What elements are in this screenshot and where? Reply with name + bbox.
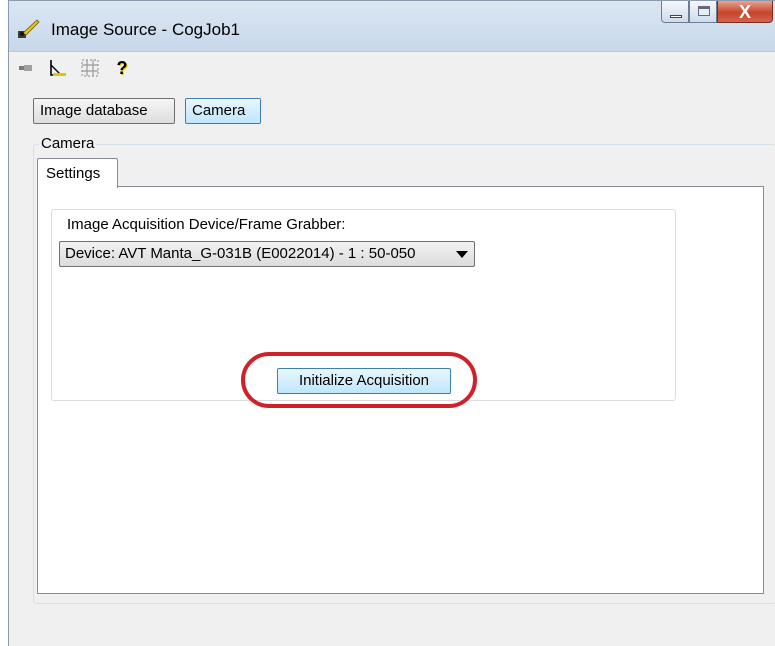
close-icon: X [738,2,751,22]
toolbar: ? [15,55,133,81]
window-title: Image Source - CogJob1 [51,20,240,39]
grid-icon[interactable] [79,57,101,79]
chevron-down-icon[interactable] [456,251,468,258]
camera-group-label: Camera [39,135,97,152]
image-database-button[interactable]: Image database [33,98,175,124]
ruler-icon[interactable] [47,57,69,79]
help-glyph: ? [116,57,128,78]
camera-button[interactable]: Camera [185,98,261,124]
caption-buttons: X [661,1,773,25]
maximize-button[interactable] [689,1,717,23]
close-button[interactable]: X [717,1,773,23]
title-bar[interactable]: Image Source - CogJob1 X [9,1,775,52]
initialize-acquisition-button[interactable]: Initialize Acquisition [277,368,451,394]
help-icon[interactable]: ? [111,57,133,79]
maximize-icon [698,6,710,16]
device-dropdown[interactable]: Device: AVT Manta_G-031B (E0022014) - 1 … [59,241,475,267]
device-label: Image Acquisition Device/Frame Grabber: [67,216,346,233]
image-source-window: Image Source - CogJob1 X ? Image databas… [8,0,775,646]
minimize-icon [670,15,682,18]
app-icon [18,19,40,38]
tab-settings[interactable]: Settings [37,158,118,188]
pin-icon[interactable] [15,57,37,79]
minimize-button[interactable] [661,1,689,23]
device-dropdown-value: Device: AVT Manta_G-031B (E0022014) - 1 … [65,245,416,262]
